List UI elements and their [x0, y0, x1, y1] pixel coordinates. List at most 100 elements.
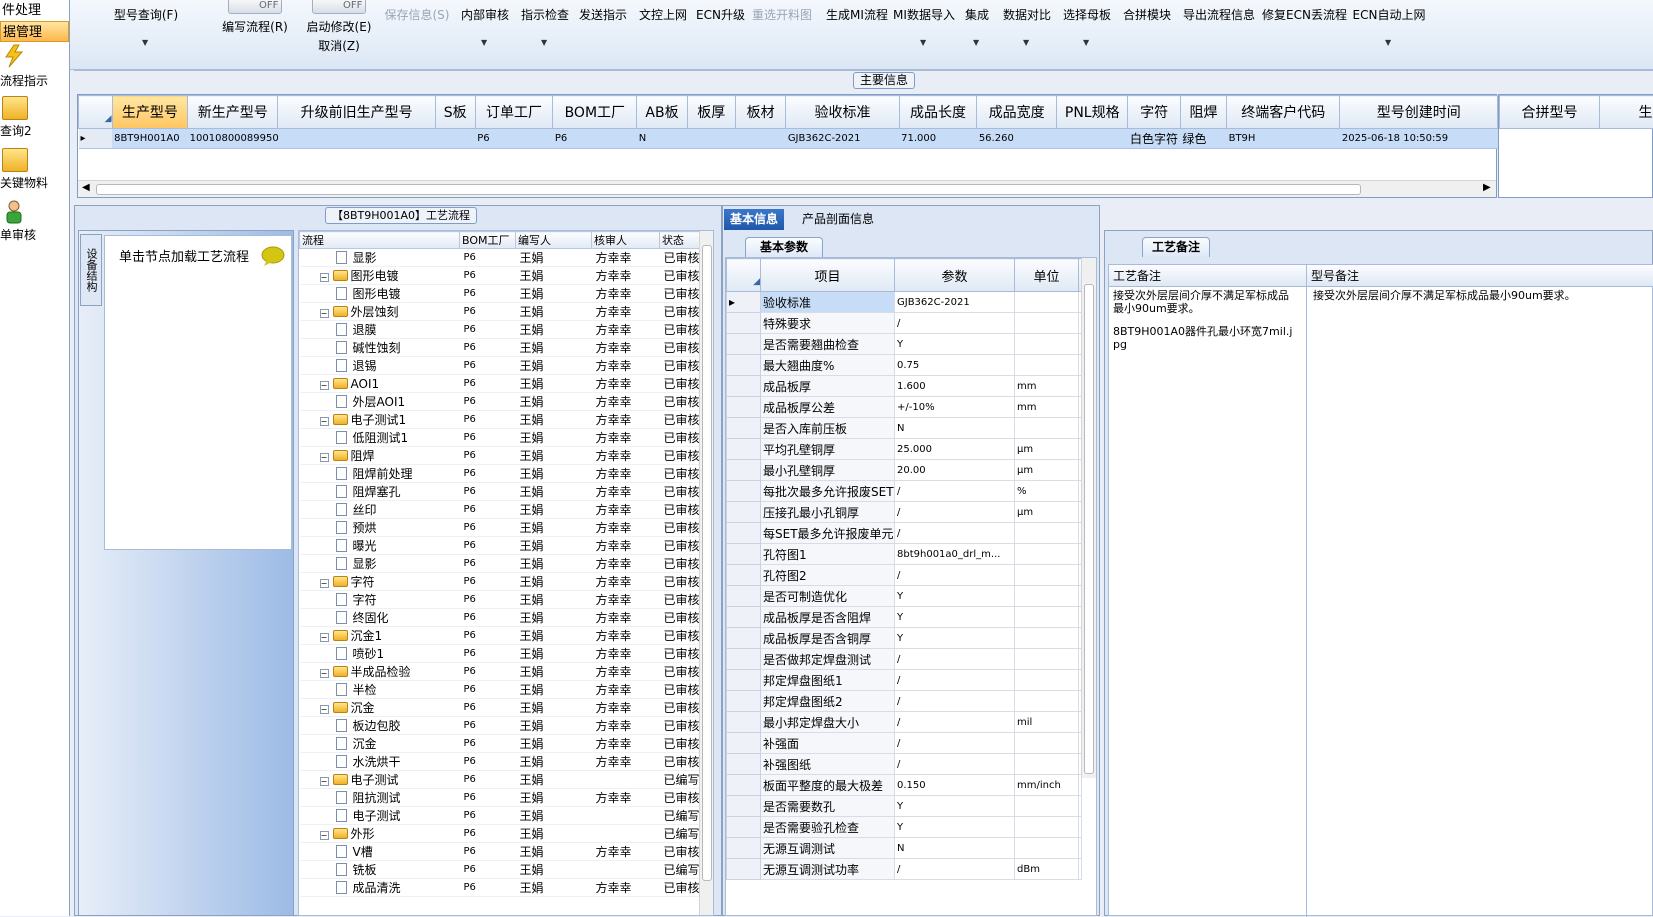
tree-row[interactable]: 丝印P6王娟方幸幸已审核 [300, 501, 700, 519]
row-header[interactable] [727, 313, 761, 334]
column-header[interactable]: AB板 [637, 96, 687, 129]
table-cell[interactable]: 71.000 [899, 129, 977, 149]
tab-basic-info[interactable]: 基本信息 [724, 209, 784, 230]
table-cell[interactable]: 56.260 [977, 129, 1057, 149]
ribbon-button-1[interactable]: 编写流程(R) [220, 18, 290, 35]
column-header[interactable]: 参数 [895, 259, 1015, 292]
scrollbar-thumb[interactable] [1084, 284, 1094, 774]
property-row[interactable]: 是否需要验孔检查Y [727, 817, 1082, 838]
table-cell[interactable]: 绿色 [1180, 129, 1226, 149]
tree-row[interactable]: 半检P6王娟方幸幸已审核 [300, 681, 700, 699]
ribbon-button-12[interactable]: 集成 [963, 6, 991, 23]
row-header[interactable] [727, 628, 761, 649]
row-selector-icon[interactable]: ▸ [727, 292, 761, 313]
ribbon-button-7[interactable]: 文控上网 [636, 6, 690, 23]
row-header[interactable] [727, 817, 761, 838]
property-value[interactable]: / [895, 712, 1015, 733]
property-value[interactable]: / [895, 754, 1015, 775]
row-header[interactable] [727, 733, 761, 754]
toggle-switch[interactable]: OFF [228, 0, 282, 14]
property-row[interactable]: 每批次最多允许报废SET/% [727, 481, 1082, 502]
row-header[interactable] [727, 565, 761, 586]
row-header[interactable] [727, 439, 761, 460]
row-header[interactable] [727, 376, 761, 397]
ribbon-button-18[interactable]: ECN自动上网 [1352, 6, 1426, 23]
tree-row[interactable]: 阻焊前处理P6王娟方幸幸已审核 [300, 465, 700, 483]
nav-item-0[interactable]: 流程指示 [0, 42, 69, 94]
collapse-icon[interactable]: − [320, 453, 329, 462]
table-cell[interactable] [687, 129, 735, 149]
property-row[interactable]: 平均孔壁铜厚25.000μm [727, 439, 1082, 460]
collapse-icon[interactable]: − [320, 705, 329, 714]
row-selector-icon[interactable]: ▸ [79, 129, 113, 149]
table-cell[interactable] [435, 129, 475, 149]
tree-row[interactable]: 低阻测试1P6王娟方幸幸已审核 [300, 429, 700, 447]
table-cell[interactable] [1057, 129, 1128, 149]
property-value[interactable]: 0.150 [895, 775, 1015, 796]
nav-header-0[interactable]: 件处理 [0, 0, 69, 21]
table-cell[interactable] [278, 129, 435, 149]
tree-row[interactable]: 板边包胶P6王娟方幸幸已审核 [300, 717, 700, 735]
grid-corner[interactable]: ◢ [79, 96, 113, 129]
tree-row[interactable]: 显影P6王娟方幸幸已审核 [300, 249, 700, 267]
chevron-down-icon[interactable]: ▼ [1385, 38, 1391, 47]
ribbon-button-13[interactable]: 数据对比 [1000, 6, 1054, 23]
property-value[interactable]: / [895, 859, 1015, 880]
tree-row[interactable]: 沉金P6王娟方幸幸已审核 [300, 735, 700, 753]
column-header[interactable]: 核审人 [592, 232, 660, 249]
nav-header-1[interactable]: 据管理 [0, 21, 69, 42]
grid-corner[interactable]: ◢ [727, 259, 761, 292]
ribbon-button-3[interactable]: 保存信息(S) [382, 6, 452, 23]
tree-row[interactable]: 图形电镀P6王娟方幸幸已审核 [300, 285, 700, 303]
column-header-process-notes[interactable]: 工艺备注 [1109, 265, 1307, 287]
tree-row[interactable]: 显影P6王娟方幸幸已审核 [300, 555, 700, 573]
column-header[interactable]: 编写人 [516, 232, 592, 249]
collapse-icon[interactable]: − [320, 579, 329, 588]
vertical-scrollbar[interactable] [699, 231, 714, 916]
row-header[interactable] [727, 754, 761, 775]
ribbon-button-14[interactable]: 选择母板 [1060, 6, 1114, 23]
table-row[interactable]: ▸8BT9H001A010010800089950P6P6NGJB362C-20… [79, 129, 1498, 149]
column-header[interactable]: 状态 [660, 232, 700, 249]
column-header[interactable]: 型号创建时间 [1340, 96, 1498, 129]
scrollbar-thumb[interactable] [96, 184, 1361, 195]
subtab-basic-params[interactable]: 基本参数 [745, 237, 823, 257]
column-header[interactable]: S板 [435, 96, 475, 129]
property-row[interactable]: 孔符图18bt9h001a0_drl_m... [727, 544, 1082, 565]
property-value[interactable]: / [895, 670, 1015, 691]
chevron-down-icon[interactable]: ▼ [1023, 38, 1029, 47]
property-value[interactable]: 0.75 [895, 355, 1015, 376]
row-header[interactable] [727, 460, 761, 481]
column-header-production-model[interactable]: 生产型 [1600, 96, 1653, 129]
tree-row[interactable]: 成品清洗P6王娟方幸幸已审核 [300, 879, 700, 897]
collapse-icon[interactable]: − [320, 309, 329, 318]
tree-row[interactable]: −电子测试1P6王娟方幸幸已审核 [300, 411, 700, 429]
tree-row[interactable]: 阻抗测试P6王娟方幸幸已审核 [300, 789, 700, 807]
column-header[interactable]: 订单工厂 [475, 96, 553, 129]
table-cell[interactable] [735, 129, 785, 149]
row-header[interactable] [727, 334, 761, 355]
chevron-down-icon[interactable]: ▼ [973, 38, 979, 47]
tree-row[interactable]: −外层蚀刻P6王娟方幸幸已审核 [300, 303, 700, 321]
column-header[interactable]: 字符 [1128, 96, 1180, 129]
collapse-icon[interactable]: − [320, 633, 329, 642]
tree-row[interactable]: −半成品检验P6王娟方幸幸已审核 [300, 663, 700, 681]
tree-row[interactable]: −阻焊P6王娟方幸幸已审核 [300, 447, 700, 465]
property-row[interactable]: 成品板厚是否含铜厚Y [727, 628, 1082, 649]
column-header[interactable]: BOM工厂 [553, 96, 637, 129]
property-row[interactable]: 最小邦定焊盘大小/mil [727, 712, 1082, 733]
property-value[interactable]: +/-10% [895, 397, 1015, 418]
property-row[interactable]: 是否需要翘曲检查Y [727, 334, 1082, 355]
property-row[interactable]: ▸验收标准GJB362C-2021 [727, 292, 1082, 313]
row-header[interactable] [727, 859, 761, 880]
property-value[interactable]: / [895, 691, 1015, 712]
property-row[interactable]: 孔符图2/ [727, 565, 1082, 586]
toggle-switch[interactable]: OFF [312, 0, 366, 14]
scroll-left-icon[interactable]: ◀ [82, 182, 90, 193]
tree-row[interactable]: −沉金1P6王娟方幸幸已审核 [300, 627, 700, 645]
property-row[interactable]: 补强图纸/ [727, 754, 1082, 775]
property-value[interactable]: N [895, 838, 1015, 859]
table-cell[interactable]: BT9H [1227, 129, 1340, 149]
property-row[interactable]: 是否做邦定焊盘测试/ [727, 649, 1082, 670]
row-header[interactable] [727, 523, 761, 544]
